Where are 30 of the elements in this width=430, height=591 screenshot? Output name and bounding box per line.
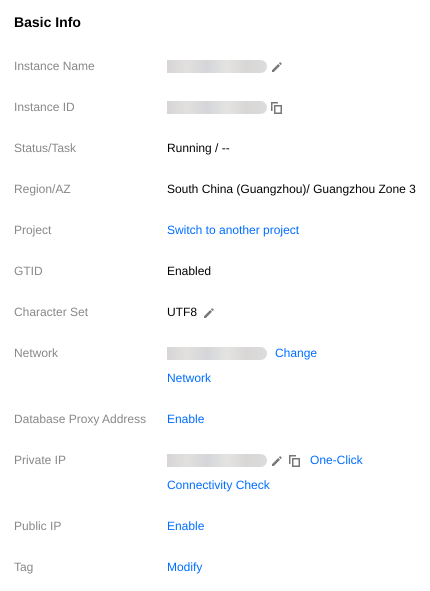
field-label: Network — [14, 345, 60, 362]
action-link[interactable]: Enable — [167, 514, 204, 539]
field-label: Character Set — [14, 304, 90, 321]
action-link[interactable]: Network — [167, 366, 212, 391]
pencil-icon[interactable] — [271, 454, 283, 466]
field-value: Enabled — [167, 263, 212, 280]
action-link[interactable]: Connectivity Check — [167, 473, 270, 498]
pencil-icon[interactable] — [271, 60, 283, 72]
action-link[interactable]: Modify — [167, 555, 202, 580]
action-link[interactable]: Switch to another project — [167, 218, 300, 243]
field-label: Status/Task — [14, 140, 78, 157]
field-label: Region/AZ — [14, 181, 72, 198]
section-title: Basic Info — [14, 14, 82, 30]
action-link[interactable]: One-Click — [310, 448, 363, 473]
field-label: Instance Name — [14, 58, 96, 75]
copy-icon[interactable] — [271, 102, 282, 114]
field-value: UTF8 — [167, 304, 197, 321]
action-link[interactable]: Change — [275, 341, 318, 366]
field-value: South China (Guangzhou)/ Guangzhou Zone 3 — [167, 181, 416, 198]
field-label: Public IP — [14, 518, 62, 535]
field-label: GTID — [14, 263, 44, 280]
field-label: Instance ID — [14, 99, 76, 116]
field-value: Running / -- — [167, 140, 230, 157]
field-label: Private IP — [14, 452, 68, 469]
pencil-icon[interactable] — [203, 306, 215, 318]
copy-icon[interactable] — [289, 454, 300, 466]
action-link[interactable]: Enable — [167, 407, 204, 432]
field-label: Tag — [14, 559, 34, 576]
field-label: Database Proxy Address — [14, 411, 148, 428]
field-label: Project — [14, 222, 52, 239]
